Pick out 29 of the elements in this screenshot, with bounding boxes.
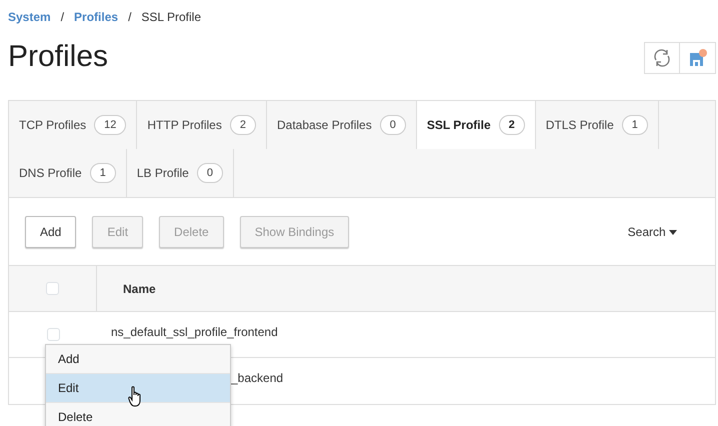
- breadcrumb-current: SSL Profile: [141, 9, 201, 26]
- toolbar-button[interactable]: Add: [25, 216, 76, 248]
- save-button[interactable]: [680, 42, 716, 74]
- menu-item[interactable]: Edit: [46, 374, 230, 403]
- count-badge: 1: [90, 162, 116, 184]
- count-badge: 0: [196, 162, 223, 184]
- page-title: Profiles: [8, 42, 108, 72]
- search-dropdown[interactable]: Search: [622, 222, 683, 242]
- tab[interactable]: SSL Profile 2: [416, 101, 536, 149]
- table-cell-text: ns_default_ssl_profile_frontend: [110, 324, 278, 340]
- count-badge: 12: [94, 114, 126, 136]
- table-cell-text: _backend: [230, 370, 284, 387]
- refresh-icon: [652, 48, 672, 68]
- column-header: Name: [122, 280, 156, 298]
- checkbox[interactable]: [46, 328, 60, 341]
- breadcrumb-link[interactable]: System: [8, 8, 51, 26]
- count-badge: 0: [380, 114, 406, 136]
- count-badge: 1: [622, 114, 648, 136]
- menu-item[interactable]: Delete: [46, 403, 230, 426]
- menu-item[interactable]: Add: [46, 345, 230, 374]
- breadcrumb-separator: /: [60, 9, 64, 26]
- count-badge: 2: [230, 114, 256, 136]
- checkbox[interactable]: [46, 282, 59, 295]
- breadcrumb-separator: /: [128, 9, 132, 26]
- breadcrumb-link[interactable]: Profiles: [74, 8, 118, 26]
- save-icon: [688, 48, 708, 68]
- refresh-button[interactable]: [644, 42, 680, 74]
- count-badge: 2: [498, 114, 525, 136]
- caret-icon: [669, 230, 677, 235]
